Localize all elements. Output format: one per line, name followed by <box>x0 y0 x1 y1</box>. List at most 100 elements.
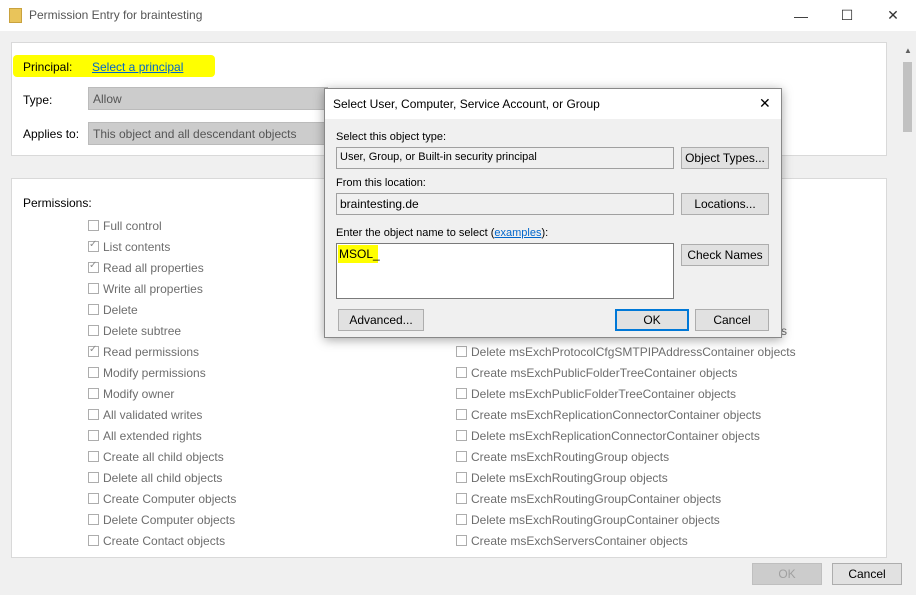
checkbox[interactable] <box>88 493 99 504</box>
applies-to-label: Applies to: <box>23 127 80 141</box>
permission-row: Delete Computer objects <box>88 509 236 530</box>
checkbox[interactable] <box>456 451 467 462</box>
permission-row: Create msExchServersContainer objects <box>456 530 796 551</box>
permission-row: Create Contact objects <box>88 530 236 551</box>
checkbox[interactable] <box>88 514 99 525</box>
permission-label: Delete msExchPublicFolderTreeContainer o… <box>471 386 737 401</box>
permission-label: Create msExchServersContainer objects <box>471 533 688 548</box>
permission-row: Delete msExchRoutingGroup objects <box>456 467 796 488</box>
check-names-button[interactable]: Check Names <box>681 244 769 266</box>
checkbox[interactable] <box>88 283 99 294</box>
principal-label: Principal: <box>23 60 73 74</box>
checkbox[interactable] <box>88 430 99 441</box>
permission-row: Create msExchRoutingGroupContainer objec… <box>456 488 796 509</box>
select-principal-link[interactable]: Select a principal <box>92 60 183 74</box>
checkbox[interactable] <box>456 430 467 441</box>
permission-label: Delete msExchProtocolCfgSMTPIPAddressCon… <box>471 344 796 359</box>
permission-label: Create all child objects <box>103 449 224 464</box>
scroll-thumb[interactable] <box>903 62 912 132</box>
permission-row: Delete msExchPublicFolderTreeContainer o… <box>456 383 796 404</box>
checkbox[interactable] <box>88 325 99 336</box>
permission-label: All extended rights <box>103 428 202 443</box>
permission-row: All validated writes <box>88 404 236 425</box>
scroll-up-icon[interactable]: ▲ <box>904 46 912 55</box>
location-label: From this location: <box>336 177 426 189</box>
permission-label: Delete <box>103 302 138 317</box>
permission-row: Delete msExchProtocolCfgSMTPIPAddressCon… <box>456 341 796 362</box>
checkbox-checked[interactable] <box>88 344 99 357</box>
object-types-button[interactable]: Object Types... <box>681 147 769 169</box>
checkbox-checked[interactable] <box>88 239 99 252</box>
checkbox[interactable] <box>456 346 467 357</box>
applies-to-select[interactable]: This object and all descendant objects <box>88 122 328 145</box>
examples-link[interactable]: examples <box>494 227 541 239</box>
checkbox[interactable] <box>88 409 99 420</box>
checkbox[interactable] <box>88 367 99 378</box>
permission-row: Delete subtree <box>88 320 236 341</box>
permission-row: List contents <box>88 236 236 257</box>
checkbox[interactable] <box>456 472 467 483</box>
permission-row: Full control <box>88 215 236 236</box>
checkbox[interactable] <box>456 409 467 420</box>
checkbox[interactable] <box>456 493 467 504</box>
maximize-button[interactable]: ☐ <box>824 0 870 31</box>
enter-name-label-prefix: Enter the object name to select ( <box>336 227 495 239</box>
permission-row: Create msExchPublicFolderTreeContainer o… <box>456 362 796 383</box>
permission-label: Delete subtree <box>103 323 182 338</box>
dialog-title-bar: Select User, Computer, Service Account, … <box>325 89 781 119</box>
permission-label: Delete all child objects <box>103 470 223 485</box>
permission-row: All extended rights <box>88 425 236 446</box>
locations-button[interactable]: Locations... <box>681 193 769 215</box>
permission-label: Modify permissions <box>103 365 206 380</box>
checkbox[interactable] <box>88 535 99 546</box>
object-name-value: MSOL_ <box>339 247 380 261</box>
permission-row: Create msExchRoutingGroup objects <box>456 446 796 467</box>
ok-button[interactable]: OK <box>752 563 822 585</box>
folder-icon <box>9 8 22 23</box>
permission-label: Delete Computer objects <box>103 512 236 527</box>
object-name-textarea[interactable]: MSOL_ <box>336 243 674 299</box>
permission-row: Modify owner <box>88 383 236 404</box>
object-type-label: Select this object type: <box>336 131 447 143</box>
checkbox[interactable] <box>88 388 99 399</box>
permission-label: Create msExchRoutingGroup objects <box>471 449 670 464</box>
minimize-button[interactable]: — <box>778 0 824 31</box>
checkbox[interactable] <box>456 514 467 525</box>
type-select[interactable]: Allow <box>88 87 328 110</box>
close-button[interactable]: ✕ <box>870 0 916 31</box>
cancel-button[interactable]: Cancel <box>832 563 902 585</box>
permissions-label: Permissions: <box>23 196 92 210</box>
checkbox[interactable] <box>88 304 99 315</box>
permission-label: Read all properties <box>103 260 204 275</box>
location-field: braintesting.de <box>336 193 674 215</box>
type-label: Type: <box>23 93 53 107</box>
dialog-ok-button[interactable]: OK <box>615 309 689 331</box>
permission-label: Write all properties <box>103 281 203 296</box>
dialog-title: Select User, Computer, Service Account, … <box>333 97 600 111</box>
object-type-field: User, Group, or Built-in security princi… <box>336 147 674 169</box>
permissions-left-column: Full control List contents Read all proper… <box>88 215 236 551</box>
checkbox[interactable] <box>456 388 467 399</box>
permission-label: Full control <box>103 218 162 233</box>
permission-label: Delete msExchRoutingGroup objects <box>471 470 668 485</box>
dialog-close-icon[interactable]: ✕ <box>759 95 771 112</box>
checkbox[interactable] <box>88 451 99 462</box>
checkbox[interactable] <box>88 472 99 483</box>
window-title: Permission Entry for braintesting <box>29 8 203 22</box>
permission-label: Delete msExchReplicationConnectorContain… <box>471 428 760 443</box>
scrollbar[interactable]: ▲ <box>899 42 916 550</box>
permission-label: Create Contact objects <box>103 533 226 548</box>
checkbox[interactable] <box>88 220 99 231</box>
checkbox-checked[interactable] <box>88 260 99 273</box>
enter-name-label: Enter the object name to select (example… <box>336 227 548 239</box>
dialog-cancel-button[interactable]: Cancel <box>695 309 769 331</box>
checkbox[interactable] <box>456 367 467 378</box>
permission-row: Write all properties <box>88 278 236 299</box>
permission-label: Create msExchRoutingGroupContainer objec… <box>471 491 722 506</box>
checkbox[interactable] <box>456 535 467 546</box>
permission-label: List contents <box>103 239 171 254</box>
advanced-button[interactable]: Advanced... <box>338 309 424 331</box>
permission-row: Delete <box>88 299 236 320</box>
permission-label: All validated writes <box>103 407 203 422</box>
permission-row: Read permissions <box>88 341 236 362</box>
